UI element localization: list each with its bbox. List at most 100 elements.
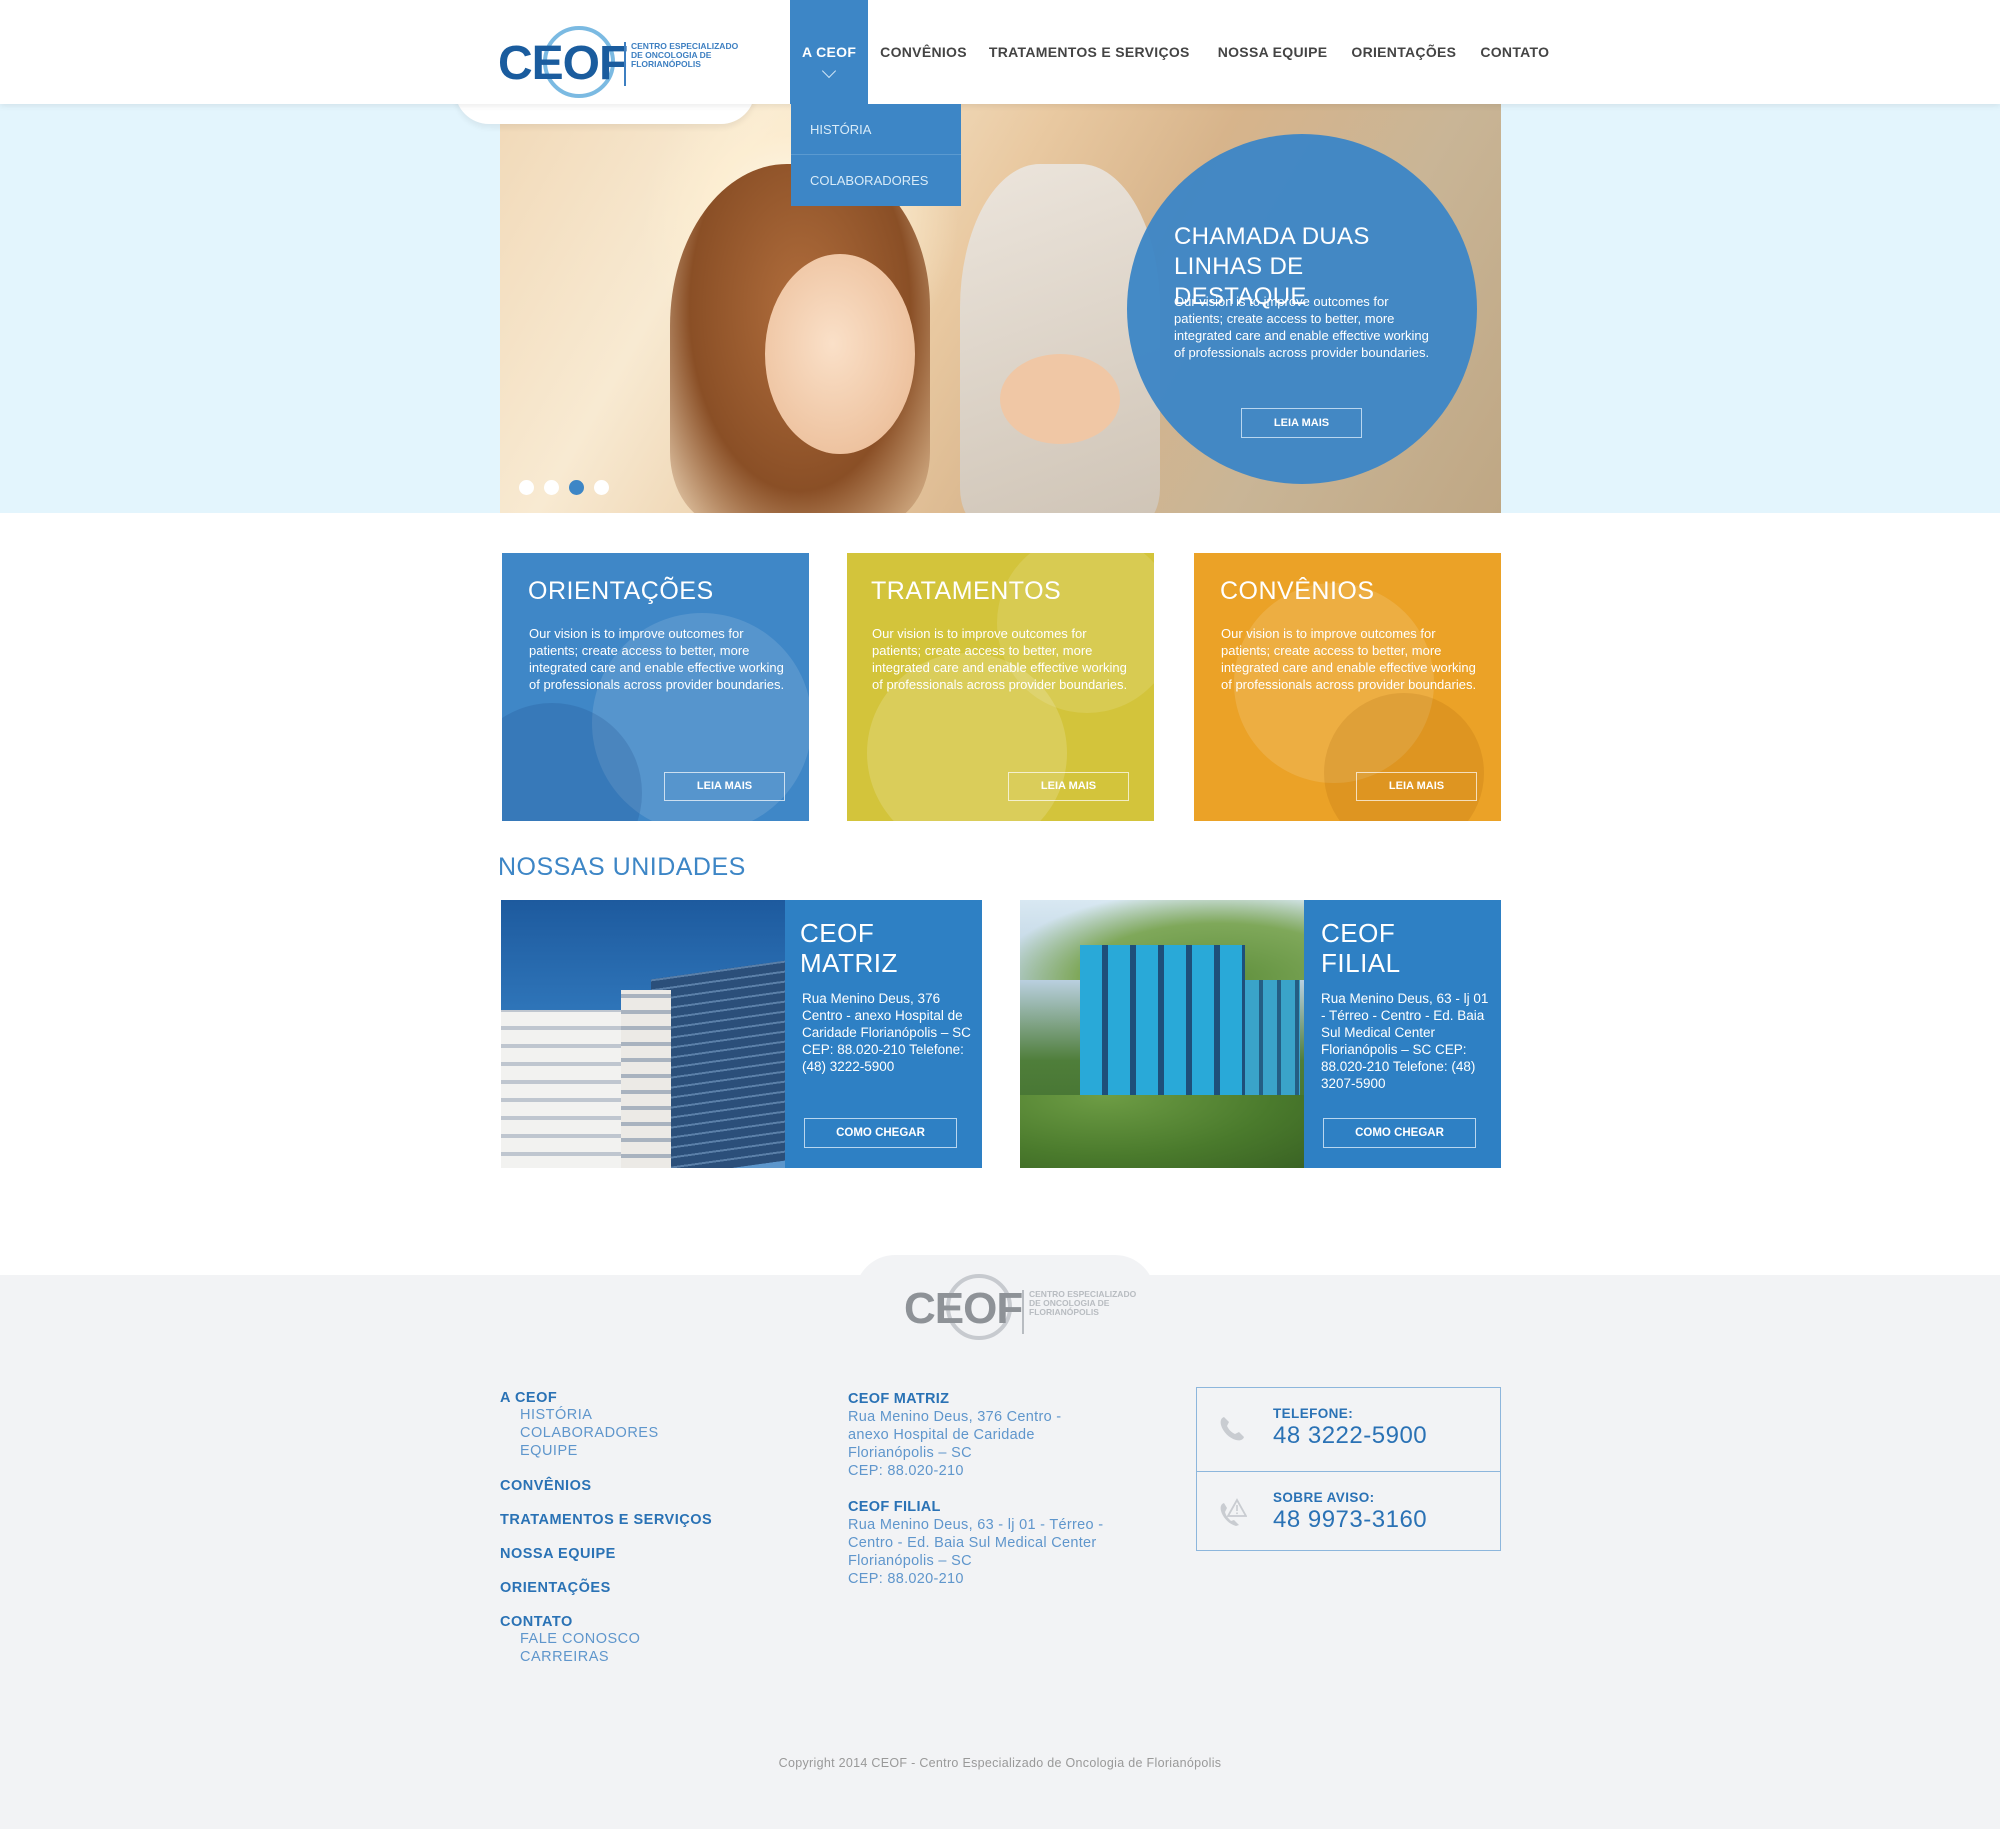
- chevron-down-icon: [822, 63, 837, 79]
- footer-nav-sublink[interactable]: HISTÓRIA: [500, 1406, 712, 1424]
- unit-info-panel: CEOF FILIAL Rua Menino Deus, 63 - lj 01 -…: [1304, 900, 1501, 1168]
- footer-nav: A CEOF HISTÓRIA COLABORADORES EQUIPE CON…: [500, 1390, 712, 1684]
- nav-item-label: TRATAMENTOS E SERVIÇOS: [988, 44, 1190, 60]
- contact-row-phone: TELEFONE: 48 3222-5900: [1197, 1388, 1500, 1470]
- unit-matriz: CEOF MATRIZ Rua Menino Deus, 376 Centro -…: [501, 900, 982, 1168]
- footer-nav-group: CONVÊNIOS: [500, 1478, 712, 1494]
- nav-item-label: CONVÊNIOS: [880, 44, 967, 60]
- nav-item-label: CONTATO: [1480, 44, 1550, 60]
- footer-nav-sublink[interactable]: COLABORADORES: [500, 1424, 712, 1442]
- trees-foreground: [1020, 1095, 1304, 1168]
- unit-title-line1: CEOF: [1321, 918, 1396, 948]
- dropdown-item-colaboradores[interactable]: COLABORADORES: [791, 155, 961, 206]
- card-title: TRATAMENTOS: [871, 577, 1062, 605]
- building-glass: [651, 960, 785, 1168]
- dropdown-item-historia[interactable]: HISTÓRIA: [791, 104, 961, 155]
- footer-address-line: CEP: 88.020-210: [848, 1571, 964, 1587]
- unit-title-line2: MATRIZ: [800, 948, 898, 978]
- card-tratamentos[interactable]: TRATAMENTOS Our vision is to improve out…: [847, 553, 1154, 821]
- unit-photo-matriz: [501, 900, 785, 1168]
- card-orientacoes[interactable]: ORIENTAÇÕES Our vision is to improve out…: [502, 553, 809, 821]
- logo-divider: [1022, 1290, 1024, 1334]
- footer-address-line: Florianópolis – SC: [848, 1553, 972, 1569]
- logo-subtitle: CENTRO ESPECIALIZADO DE ONCOLOGIA DE FLO…: [1029, 1289, 1137, 1317]
- footer-nav-link[interactable]: A CEOF: [500, 1390, 712, 1406]
- hero-read-more-button[interactable]: LEIA MAIS: [1241, 408, 1362, 438]
- logo[interactable]: CEOF CENTRO ESPECIALIZADO DE ONCOLOGIA D…: [498, 22, 738, 100]
- contact-box: TELEFONE: 48 3222-5900 SOBRE AVISO: 48 9…: [1196, 1387, 1501, 1551]
- unit-title: CEOF FILIAL: [1321, 918, 1401, 978]
- slider-dots: [519, 480, 609, 495]
- main-nav: A CEOF CONVÊNIOS TRATAMENTOS E SERVIÇOS …: [790, 0, 1561, 104]
- unit-title-line1: CEOF: [800, 918, 875, 948]
- contact-label: TELEFONE:: [1273, 1406, 1354, 1421]
- contact-number[interactable]: 48 3222-5900: [1273, 1422, 1427, 1450]
- footer-nav-group: ORIENTAÇÕES: [500, 1580, 712, 1596]
- nav-item-label: ORIENTAÇÕES: [1351, 44, 1457, 60]
- footer-nav-sublink[interactable]: FALE CONOSCO: [500, 1630, 712, 1648]
- slider-dot[interactable]: [594, 480, 609, 495]
- card-read-more-button[interactable]: LEIA MAIS: [1356, 772, 1477, 801]
- how-to-get-button[interactable]: COMO CHEGAR: [1323, 1118, 1476, 1148]
- logo-subtitle: CENTRO ESPECIALIZADO DE ONCOLOGIA DE FLO…: [631, 41, 739, 69]
- card-text: Our vision is to improve outcomes for pa…: [1221, 626, 1477, 692]
- footer-address-line: Centro - Ed. Baia Sul Medical Center: [848, 1535, 1097, 1551]
- section-title-units: NOSSAS UNIDADES: [498, 853, 746, 881]
- footer-nav-group: A CEOF HISTÓRIA COLABORADORES EQUIPE: [500, 1390, 712, 1460]
- unit-address: Rua Menino Deus, 376 Centro - anexo Hosp…: [802, 991, 971, 1074]
- footer-address-line: Rua Menino Deus, 63 - lj 01 - Térreo -: [848, 1517, 1104, 1533]
- footer-address-matriz: CEOF MATRIZ Rua Menino Deus, 376 Centro …: [848, 1390, 1138, 1480]
- footer-nav-group: TRATAMENTOS E SERVIÇOS: [500, 1512, 712, 1528]
- hero-text: Our vision is to improve outcomes for pa…: [1174, 294, 1430, 360]
- copyright: Copyright 2014 CEOF - Centro Especializa…: [778, 1756, 1222, 1770]
- nav-item-a-ceof[interactable]: A CEOF: [790, 0, 869, 104]
- footer-nav-link[interactable]: ORIENTAÇÕES: [500, 1580, 712, 1596]
- unit-filial: CEOF FILIAL Rua Menino Deus, 63 - lj 01 -…: [1020, 900, 1501, 1168]
- footer-nav-link[interactable]: NOSSA EQUIPE: [500, 1546, 712, 1562]
- logo-word: CEOF: [904, 1284, 1023, 1333]
- card-text: Our vision is to improve outcomes for pa…: [529, 626, 785, 692]
- card-text: Our vision is to improve outcomes for pa…: [872, 626, 1128, 692]
- footer-address-line: anexo Hospital de Caridade: [848, 1427, 1035, 1443]
- logo-word: CEOF: [498, 37, 628, 90]
- nav-item-label: A CEOF: [802, 44, 857, 60]
- card-read-more-button[interactable]: LEIA MAIS: [664, 772, 785, 801]
- slider-dot-active[interactable]: [569, 480, 584, 495]
- hero-photo-face: [765, 254, 915, 454]
- building-tower: [621, 990, 671, 1168]
- footer-address-line: Rua Menino Deus, 376 Centro -: [848, 1409, 1062, 1425]
- contact-number[interactable]: 48 9973-3160: [1273, 1506, 1427, 1534]
- footer-addresses: CEOF MATRIZ Rua Menino Deus, 376 Centro …: [848, 1390, 1138, 1588]
- footer-nav-link[interactable]: TRATAMENTOS E SERVIÇOS: [500, 1512, 712, 1528]
- footer-nav-link[interactable]: CONVÊNIOS: [500, 1478, 712, 1494]
- phone-alert-icon: [1220, 1498, 1247, 1526]
- footer-nav-group: CONTATO FALE CONOSCO CARREIRAS: [500, 1614, 712, 1666]
- unit-photo-filial: [1020, 900, 1304, 1168]
- card-title: CONVÊNIOS: [1220, 577, 1375, 605]
- nav-item-label: NOSSA EQUIPE: [1217, 44, 1328, 60]
- card-read-more-button[interactable]: LEIA MAIS: [1008, 772, 1129, 801]
- footer-address-filial: CEOF FILIAL Rua Menino Deus, 63 - lj 01 …: [848, 1498, 1138, 1588]
- card-title: ORIENTAÇÕES: [528, 577, 714, 605]
- phone-icon: [1220, 1417, 1244, 1441]
- footer-logo[interactable]: CEOF CENTRO ESPECIALIZADO DE ONCOLOGIA D…: [904, 1270, 1136, 1342]
- unit-title: CEOF MATRIZ: [800, 918, 898, 978]
- footer-nav-sublink[interactable]: EQUIPE: [500, 1442, 712, 1460]
- slider-dot[interactable]: [544, 480, 559, 495]
- nav-dropdown: HISTÓRIA COLABORADORES: [791, 104, 961, 206]
- slider-dot[interactable]: [519, 480, 534, 495]
- footer-address-line: Florianópolis – SC: [848, 1445, 972, 1461]
- nav-item-nossa-equipe[interactable]: NOSSA EQUIPE: [1206, 0, 1340, 104]
- card-convenios[interactable]: CONVÊNIOS Our vision is to improve outco…: [1194, 553, 1501, 821]
- hero-slider: CHAMADA DUAS LINHAS DE DESTAQUE Our visi…: [500, 104, 1501, 513]
- how-to-get-button[interactable]: COMO CHEGAR: [804, 1118, 957, 1148]
- unit-info-panel: CEOF MATRIZ Rua Menino Deus, 376 Centro -…: [785, 900, 982, 1168]
- footer-nav-sublink[interactable]: CARREIRAS: [500, 1648, 712, 1666]
- nav-item-tratamentos[interactable]: TRATAMENTOS E SERVIÇOS: [977, 0, 1202, 104]
- hero-photo-hand: [1000, 354, 1120, 444]
- footer-nav-link[interactable]: CONTATO: [500, 1614, 712, 1630]
- nav-item-convenios[interactable]: CONVÊNIOS: [868, 0, 979, 104]
- nav-item-orientacoes[interactable]: ORIENTAÇÕES: [1339, 0, 1468, 104]
- unit-address: Rua Menino Deus, 63 - lj 01 - Térreo - C…: [1321, 991, 1489, 1091]
- nav-item-contato[interactable]: CONTATO: [1468, 0, 1561, 104]
